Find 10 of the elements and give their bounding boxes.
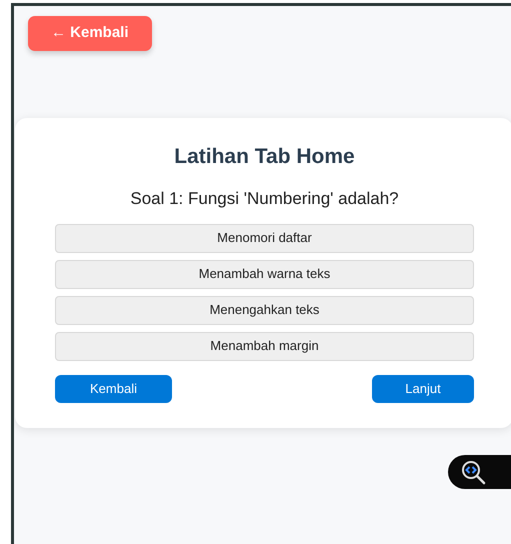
back-button[interactable]: Kembali xyxy=(55,374,172,403)
answer-option[interactable]: Menambah margin xyxy=(55,332,474,361)
code-search-icon xyxy=(460,459,486,485)
next-button[interactable]: Lanjut xyxy=(372,374,474,403)
answer-option[interactable]: Menambah warna teks xyxy=(55,260,474,289)
question-text: Soal 1: Fungsi 'Numbering' adalah? xyxy=(129,188,400,210)
answer-option[interactable]: Menengahkan teks xyxy=(55,296,474,325)
quiz-title: Latihan Tab Home xyxy=(173,144,356,170)
answer-option[interactable]: Menomori daftar xyxy=(55,224,474,253)
floating-tool-button[interactable] xyxy=(448,455,511,489)
